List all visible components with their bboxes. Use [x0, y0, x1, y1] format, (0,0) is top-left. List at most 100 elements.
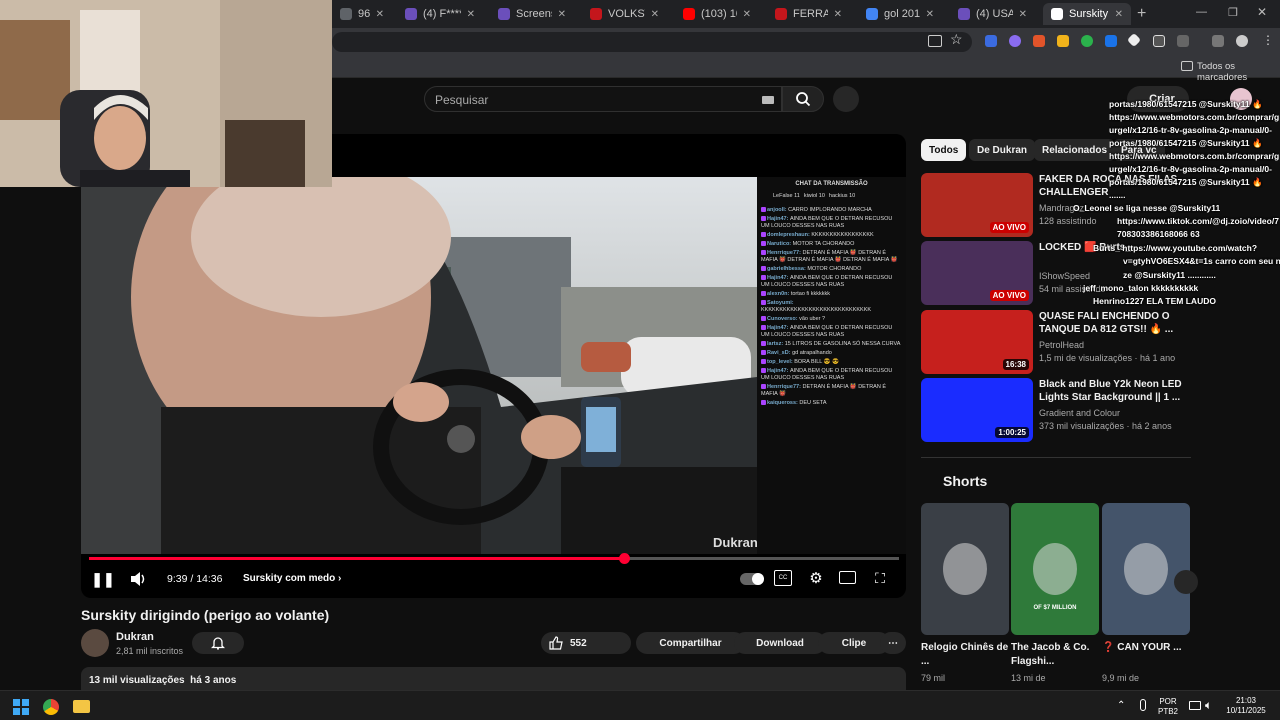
short-thumbnail[interactable]: OF $7 MILLION — [1011, 503, 1099, 635]
pause-button[interactable]: ❚❚ — [91, 570, 114, 588]
video-thumbnail[interactable]: 1:00:25 — [921, 378, 1033, 442]
chapter-button[interactable]: Surskity com medo › — [243, 573, 341, 584]
extension-icon[interactable] — [1081, 35, 1093, 47]
download-button[interactable]: Download — [734, 632, 826, 654]
chat-header: CHAT DA TRANSMISSÃO — [795, 181, 868, 187]
autoplay-toggle[interactable] — [740, 573, 764, 585]
recommended-title[interactable]: QUASE FALI ENCHENDO O TANQUE DA 812 GTS!… — [1039, 310, 1189, 336]
tray-chevron-icon[interactable]: ⌃ — [1117, 700, 1125, 711]
recommended-channel[interactable]: PetrolHead — [1039, 340, 1084, 350]
recommended-channel[interactable]: IShowSpeed — [1039, 271, 1090, 281]
overlay-chat-line: urgel/x12/16-tr-8v-gasolina-2p-manual/0- — [1109, 164, 1272, 174]
extension-icon[interactable] — [1153, 35, 1165, 47]
volume-button[interactable] — [128, 570, 148, 588]
browser-tab[interactable]: Surskity diri ✕ — [1043, 3, 1131, 25]
input-language[interactable]: POR PTB2 — [1158, 697, 1178, 717]
extension-icon[interactable] — [1033, 35, 1045, 47]
extension-icon[interactable] — [1009, 35, 1021, 47]
tab-close-icon[interactable]: ✕ — [467, 9, 475, 20]
menu-dots-icon[interactable]: ⋮ — [1262, 33, 1274, 47]
like-button[interactable]: 552 — [541, 632, 631, 654]
short-title[interactable]: The Jacob & Co. Flagshi... — [1011, 641, 1099, 669]
subtitles-button[interactable]: CC — [774, 570, 792, 586]
recommended-video[interactable]: 16:38 QUASE FALI ENCHENDO O TANQUE DA 812… — [921, 310, 1191, 374]
clock[interactable]: 21:03 10/11/2025 — [1226, 696, 1266, 716]
browser-tab[interactable]: Screenshot ✕ — [490, 3, 574, 25]
tab-close-icon[interactable]: ✕ — [834, 9, 842, 20]
browser-tab[interactable]: (4) USANDO ✕ — [950, 3, 1035, 25]
recommended-video[interactable]: 1:00:25 Black and Blue Y2k Neon LED Light… — [921, 378, 1191, 442]
tab-close-icon[interactable]: ✕ — [376, 9, 384, 20]
tab-close-icon[interactable]: ✕ — [1115, 9, 1123, 20]
search-button[interactable] — [782, 86, 824, 112]
progress-scrubber[interactable] — [618, 553, 630, 564]
browser-tab[interactable]: 967 Chevro ✕ — [332, 3, 392, 25]
install-app-icon[interactable] — [928, 35, 942, 47]
video-frame[interactable]: Dukran — [81, 177, 757, 554]
chat-badge-icon — [761, 291, 766, 297]
channel-avatar[interactable] — [81, 629, 109, 657]
recommended-meta: 1,5 mi de visualizações · há 1 ano — [1039, 353, 1176, 363]
extension-icon[interactable] — [1105, 35, 1117, 47]
browser-tab[interactable]: gol 2011 - G ✕ — [858, 3, 942, 25]
extension-icon[interactable] — [1057, 35, 1069, 47]
tab-search-icon[interactable] — [1212, 35, 1224, 47]
view-count-date: 13 mil visualizações há 3 anos — [89, 675, 237, 686]
fullscreen-icon[interactable]: ⛶ — [872, 570, 888, 586]
network-icon[interactable] — [1189, 701, 1201, 710]
chrome-taskbar-icon[interactable] — [43, 699, 59, 715]
tab-title: Screenshot — [516, 8, 552, 20]
close-window-button[interactable]: ✕ — [1257, 5, 1267, 19]
profile-avatar[interactable] — [1236, 35, 1248, 47]
short-thumbnail[interactable] — [1102, 503, 1190, 635]
filter-chip[interactable]: Todos — [921, 139, 967, 161]
short-title[interactable]: Relogio Chinês de ... — [921, 641, 1009, 669]
microphone-icon[interactable] — [1140, 699, 1146, 711]
voice-search-button[interactable] — [833, 86, 859, 112]
lang-code: POR — [1159, 697, 1177, 706]
short-title[interactable]: ❓ CAN YOUR ... — [1102, 641, 1190, 655]
miniplayer-button[interactable] — [839, 571, 856, 584]
filter-chip[interactable]: De Dukran — [969, 139, 1036, 161]
file-explorer-icon[interactable] — [73, 700, 90, 713]
recommended-channel[interactable]: Gradient and Colour — [1039, 408, 1120, 418]
tab-close-icon[interactable]: ✕ — [926, 9, 934, 20]
new-tab-button[interactable]: + — [1137, 5, 1146, 23]
video-thumbnail[interactable]: AO VIVO — [921, 241, 1033, 305]
channel-name[interactable]: Dukran — [116, 631, 154, 643]
notification-bell-button[interactable] — [192, 632, 244, 654]
settings-gear-icon[interactable]: ⚙ — [807, 569, 825, 587]
video-thumbnail[interactable]: 16:38 — [921, 310, 1033, 374]
chapter-label: Surskity com medo — [243, 573, 336, 584]
progress-bar[interactable] — [89, 553, 899, 564]
minimize-button[interactable]: — — [1196, 6, 1207, 18]
video-thumbnail[interactable]: AO VIVO — [921, 173, 1033, 237]
search-input[interactable]: Pesquisar — [424, 86, 782, 112]
keyboard-icon[interactable] — [762, 96, 774, 104]
filter-chip[interactable]: Relacionados — [1034, 139, 1116, 161]
more-actions-button[interactable]: ⋯ — [880, 632, 906, 654]
recommended-title[interactable]: Black and Blue Y2k Neon LED Lights Star … — [1039, 378, 1189, 404]
tab-close-icon[interactable]: ✕ — [651, 9, 659, 20]
puzzle-icon[interactable] — [1177, 35, 1189, 47]
tab-favicon-icon — [1051, 8, 1063, 20]
short-thumbnail[interactable] — [921, 503, 1009, 635]
speaker-icon[interactable]: 🔈︎ — [1205, 698, 1212, 713]
tab-close-icon[interactable]: ✕ — [743, 9, 751, 20]
all-bookmarks-link[interactable]: Todos os marcadores — [1197, 61, 1280, 83]
chat-message: anjooll: CARRO IMPLORANDO MARCHA — [761, 207, 902, 214]
shorts-next-button[interactable] — [1174, 570, 1198, 594]
browser-tab[interactable]: (103) 10 CA ✕ — [675, 3, 759, 25]
tab-close-icon[interactable]: ✕ — [1019, 9, 1027, 20]
url-field[interactable] — [332, 32, 972, 52]
windows-start-icon[interactable] — [13, 699, 29, 715]
chat-text: KKKKKKKKKKKKKKKKKKKKKKKKKKKKKK — [761, 307, 872, 313]
share-button[interactable]: Compartilhar — [636, 632, 745, 654]
browser-tab[interactable]: (4) F****** o ✕ — [397, 3, 483, 25]
tab-close-icon[interactable]: ✕ — [558, 9, 566, 20]
browser-tab[interactable]: FERRARI PU ✕ — [767, 3, 850, 25]
browser-tab[interactable]: VOLKSWAG ✕ — [582, 3, 667, 25]
maximize-button[interactable]: ❐ — [1228, 6, 1238, 19]
extension-icon[interactable] — [985, 35, 997, 47]
bookmark-star-icon[interactable]: ☆ — [950, 31, 963, 48]
